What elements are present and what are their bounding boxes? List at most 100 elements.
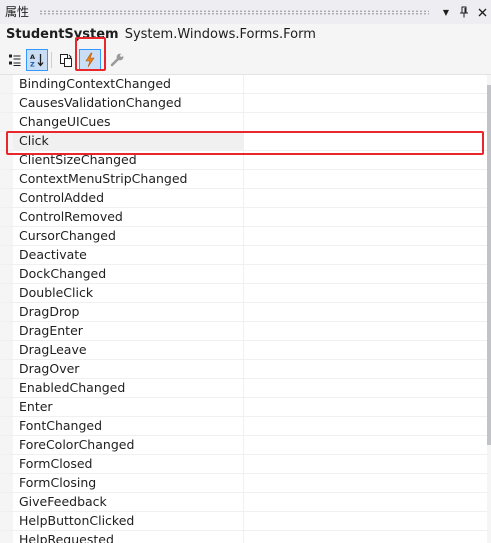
event-name: ControlAdded xyxy=(19,190,105,205)
event-name: HelpButtonClicked xyxy=(19,513,135,528)
event-name: DragOver xyxy=(19,361,80,376)
event-name: DockChanged xyxy=(19,266,107,281)
event-handler-value[interactable] xyxy=(244,132,487,150)
event-row[interactable]: EnabledChanged xyxy=(0,379,487,398)
event-handler-value[interactable] xyxy=(244,379,487,397)
event-row[interactable]: ForeColorChanged xyxy=(0,436,487,455)
event-row[interactable]: HelpRequested xyxy=(0,531,487,543)
event-row[interactable]: Click xyxy=(0,132,487,151)
event-handler-value[interactable] xyxy=(244,113,487,131)
event-row[interactable]: Deactivate xyxy=(0,246,487,265)
event-name: Deactivate xyxy=(19,247,87,262)
event-name: Enter xyxy=(19,399,53,414)
event-handler-value[interactable] xyxy=(244,398,487,416)
event-name: HelpRequested xyxy=(19,532,114,543)
event-handler-value[interactable] xyxy=(244,227,487,245)
event-name: CursorChanged xyxy=(19,228,116,243)
event-name: FormClosed xyxy=(19,456,93,471)
event-name: DragEnter xyxy=(19,323,83,338)
event-row[interactable]: Enter xyxy=(0,398,487,417)
events-grid: BindingContextChanged CausesValidationCha… xyxy=(0,75,487,543)
event-row[interactable]: HelpButtonClicked xyxy=(0,512,487,531)
event-name: DragDrop xyxy=(19,304,80,319)
event-handler-value[interactable] xyxy=(244,94,487,112)
event-row[interactable]: ControlAdded xyxy=(0,189,487,208)
event-handler-value[interactable] xyxy=(244,170,487,188)
categorized-icon xyxy=(9,54,21,66)
vertical-scrollbar[interactable] xyxy=(487,75,491,543)
dropdown-arrow-icon[interactable]: ▼ xyxy=(437,3,455,21)
event-row[interactable]: DragOver xyxy=(0,360,487,379)
event-handler-value[interactable] xyxy=(244,436,487,454)
event-name: ClientSizeChanged xyxy=(19,152,137,167)
event-name: EnabledChanged xyxy=(19,380,126,395)
title-bar-grip[interactable] xyxy=(39,9,429,15)
properties-button[interactable] xyxy=(56,50,76,70)
event-name: DoubleClick xyxy=(19,285,94,300)
event-handler-value[interactable] xyxy=(244,493,487,511)
event-row[interactable]: DragLeave xyxy=(0,341,487,360)
event-name: GiveFeedback xyxy=(19,494,107,509)
properties-toolbar: A Z xyxy=(0,37,491,75)
event-name: BindingContextChanged xyxy=(19,76,171,91)
window-title: 属性 xyxy=(5,5,30,19)
event-name: FontChanged xyxy=(19,418,103,433)
event-handler-value[interactable] xyxy=(244,417,487,435)
event-name: CausesValidationChanged xyxy=(19,95,182,110)
event-row[interactable]: FontChanged xyxy=(0,417,487,436)
event-row[interactable]: CausesValidationChanged xyxy=(0,94,487,113)
event-handler-value[interactable] xyxy=(244,474,487,492)
properties-window: 属性 ▼ StudentSystem System.Windows.Forms.… xyxy=(0,0,491,543)
object-type: System.Windows.Forms.Form xyxy=(124,27,316,42)
object-selector[interactable]: StudentSystem System.Windows.Forms.Form xyxy=(0,24,491,46)
alphabetical-button[interactable]: A Z xyxy=(26,49,48,71)
event-row[interactable]: ClientSizeChanged xyxy=(0,151,487,170)
wrench-icon xyxy=(110,53,124,67)
event-row[interactable]: ChangeUICues xyxy=(0,113,487,132)
event-row[interactable]: DragEnter xyxy=(0,322,487,341)
event-name: FormClosing xyxy=(19,475,97,490)
property-pages-button[interactable] xyxy=(107,50,127,70)
event-handler-value[interactable] xyxy=(244,189,487,207)
pin-icon[interactable] xyxy=(455,3,473,21)
event-handler-value[interactable] xyxy=(244,151,487,169)
title-bar: 属性 ▼ xyxy=(0,0,491,24)
event-name: Click xyxy=(19,133,49,148)
event-handler-value[interactable] xyxy=(244,341,487,359)
event-row[interactable]: DockChanged xyxy=(0,265,487,284)
sort-az-icon: A Z xyxy=(30,53,44,68)
event-handler-value[interactable] xyxy=(244,208,487,226)
event-handler-value[interactable] xyxy=(244,284,487,302)
event-row[interactable]: DragDrop xyxy=(0,303,487,322)
events-button[interactable] xyxy=(79,49,101,71)
event-handler-value[interactable] xyxy=(244,322,487,340)
event-name: ChangeUICues xyxy=(19,114,111,129)
property-pages-icon xyxy=(60,53,72,67)
event-row[interactable]: DoubleClick xyxy=(0,284,487,303)
event-row[interactable]: FormClosing xyxy=(0,474,487,493)
event-name: ContextMenuStripChanged xyxy=(19,171,188,186)
event-name: DragLeave xyxy=(19,342,87,357)
event-name: ForeColorChanged xyxy=(19,437,135,452)
event-handler-value[interactable] xyxy=(244,246,487,264)
event-row[interactable]: ControlRemoved xyxy=(0,208,487,227)
categorized-button[interactable] xyxy=(5,50,25,70)
event-row[interactable]: FormClosed xyxy=(0,455,487,474)
event-handler-value[interactable] xyxy=(244,265,487,283)
event-row[interactable]: CursorChanged xyxy=(0,227,487,246)
scrollbar-thumb[interactable] xyxy=(487,85,491,445)
lightning-icon xyxy=(85,52,95,68)
event-row[interactable]: ContextMenuStripChanged xyxy=(0,170,487,189)
event-handler-value[interactable] xyxy=(244,303,487,321)
object-name: StudentSystem xyxy=(6,27,119,42)
event-name: ControlRemoved xyxy=(19,209,123,224)
event-handler-value[interactable] xyxy=(244,455,487,473)
toolbar-separator xyxy=(51,52,52,68)
event-handler-value[interactable] xyxy=(244,512,487,530)
event-handler-value[interactable] xyxy=(244,360,487,378)
event-handler-value[interactable] xyxy=(244,531,487,543)
close-icon[interactable] xyxy=(473,3,491,21)
event-handler-value[interactable] xyxy=(244,75,487,93)
event-row[interactable]: GiveFeedback xyxy=(0,493,487,512)
event-row[interactable]: BindingContextChanged xyxy=(0,75,487,94)
